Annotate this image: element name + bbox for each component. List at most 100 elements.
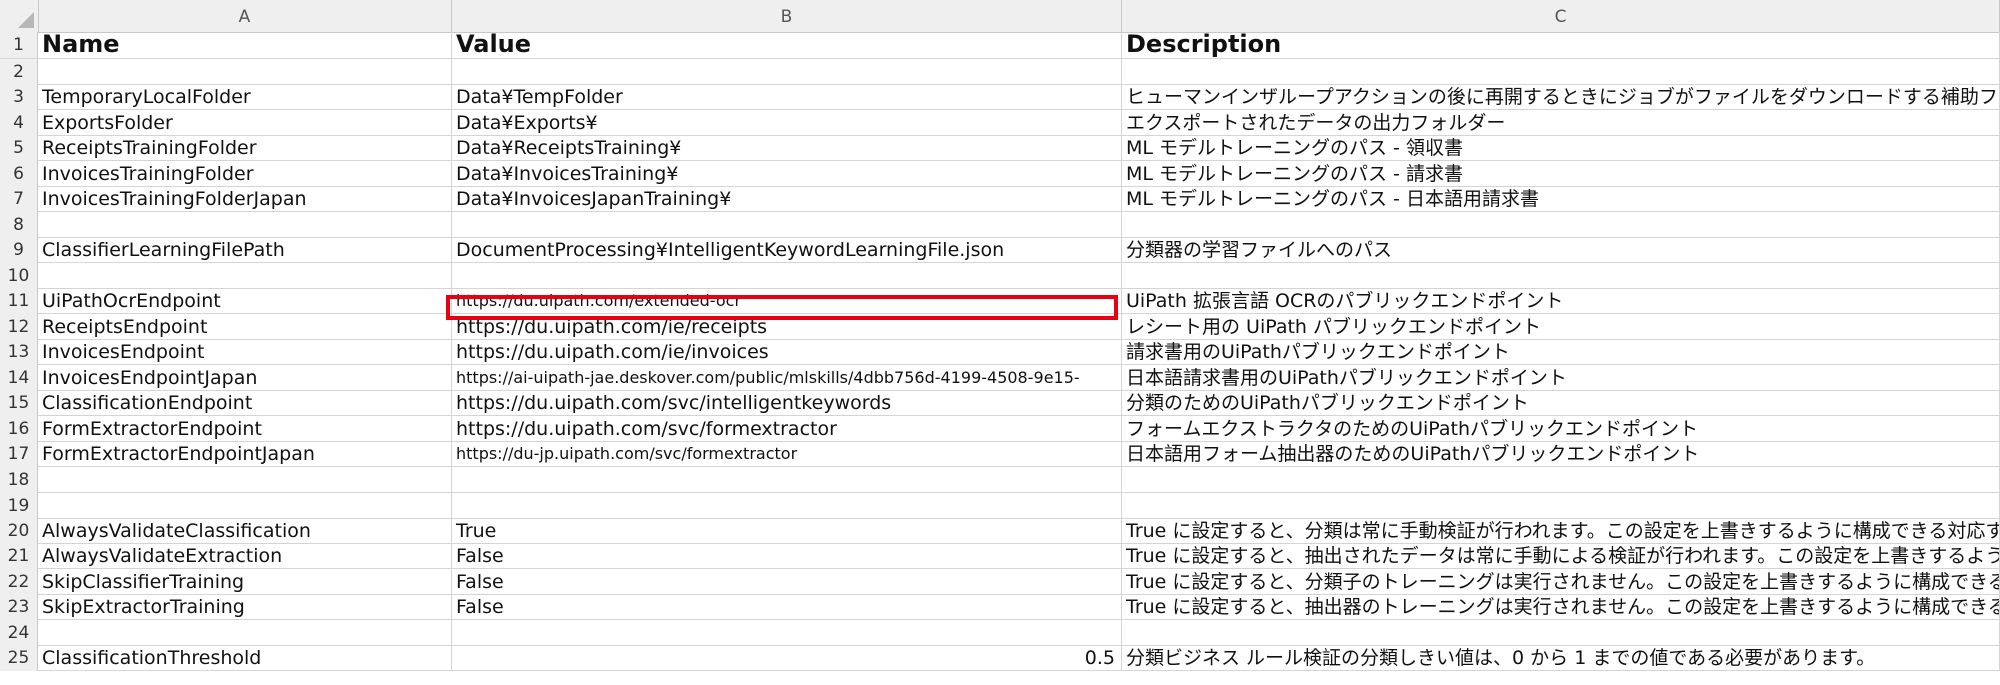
cell-c[interactable]: 日本語用フォーム抽出器のためのUiPathパブリックエンドポイント <box>1122 441 2000 467</box>
row-number[interactable]: 22 <box>0 569 38 595</box>
row-number[interactable]: 5 <box>0 135 38 161</box>
cell-b[interactable]: True <box>452 518 1122 544</box>
cell-b[interactable]: Value <box>452 32 1122 58</box>
row-number[interactable]: 11 <box>0 288 38 314</box>
cell-b[interactable]: False <box>452 543 1122 569</box>
cell-b[interactable]: Data¥ReceiptsTraining¥ <box>452 135 1122 161</box>
row-number[interactable]: 12 <box>0 314 38 340</box>
cell-a[interactable]: ClassificationEndpoint <box>38 390 452 416</box>
cell-b[interactable]: Data¥InvoicesJapanTraining¥ <box>452 186 1122 212</box>
cell-a[interactable]: InvoicesEndpointJapan <box>38 365 452 391</box>
row-number[interactable]: 14 <box>0 365 38 391</box>
cell-c[interactable]: フォームエクストラクタのためのUiPathパブリックエンドポイント <box>1122 416 2000 442</box>
cell-a[interactable]: InvoicesEndpoint <box>38 339 452 365</box>
cell-a[interactable] <box>38 467 452 493</box>
cell-b[interactable] <box>452 467 1122 493</box>
cell-a[interactable] <box>38 212 452 238</box>
cell-b[interactable] <box>452 263 1122 289</box>
row-number[interactable]: 23 <box>0 594 38 620</box>
cell-a[interactable]: InvoicesTrainingFolder <box>38 161 452 187</box>
row-number[interactable]: 20 <box>0 518 38 544</box>
row-number[interactable]: 15 <box>0 390 38 416</box>
row-number[interactable]: 18 <box>0 467 38 493</box>
cell-a[interactable]: InvoicesTrainingFolderJapan <box>38 186 452 212</box>
cell-b[interactable]: Data¥Exports¥ <box>452 110 1122 136</box>
cell-b[interactable]: DocumentProcessing¥IntelligentKeywordLea… <box>452 237 1122 263</box>
cell-c[interactable]: 分類のためのUiPathパブリックエンドポイント <box>1122 390 2000 416</box>
cell-c[interactable]: ヒューマンインザループアクションの後に再開するときにジョブがファイルをダウンロー… <box>1122 84 2000 110</box>
row-number[interactable]: 19 <box>0 493 38 519</box>
cell-a[interactable]: ReceiptsTrainingFolder <box>38 135 452 161</box>
cell-b[interactable]: https://ai-uipath-jae.deskover.com/publi… <box>452 365 1122 391</box>
cell-c[interactable]: 日本語請求書用のUiPathパブリックエンドポイント <box>1122 365 2000 391</box>
cell-c[interactable]: 分類ビジネス ルール検証の分類しきい値は、0 から 1 までの値である必要があり… <box>1122 645 2000 671</box>
row-number[interactable]: 3 <box>0 84 38 110</box>
cell-a[interactable]: ExportsFolder <box>38 110 452 136</box>
row-number[interactable]: 2 <box>0 59 38 85</box>
cell-c[interactable]: レシート用の UiPath パブリックエンドポイント <box>1122 314 2000 340</box>
row-number[interactable]: 10 <box>0 263 38 289</box>
cell-b[interactable]: https://du.uipath.com/svc/intelligentkey… <box>452 390 1122 416</box>
cell-c[interactable]: ML モデルトレーニングのパス - 請求書 <box>1122 161 2000 187</box>
cell-a[interactable]: TemporaryLocalFolder <box>38 84 452 110</box>
cell-a[interactable]: ClassifierLearningFilePath <box>38 237 452 263</box>
cell-c[interactable] <box>1122 263 2000 289</box>
cell-a[interactable]: FormExtractorEndpointJapan <box>38 441 452 467</box>
cell-c[interactable]: True に設定すると、抽出されたデータは常に手動による検証が行われます。この設… <box>1122 543 2000 569</box>
cell-c[interactable]: ML モデルトレーニングのパス - 日本語用請求書 <box>1122 186 2000 212</box>
cell-a[interactable]: FormExtractorEndpoint <box>38 416 452 442</box>
cell-a[interactable]: UiPathOcrEndpoint <box>38 288 452 314</box>
row-number[interactable]: 9 <box>0 237 38 263</box>
column-header-b[interactable]: B <box>452 0 1122 32</box>
select-all-corner[interactable] <box>0 0 39 32</box>
cell-c[interactable]: Description <box>1122 32 2000 58</box>
cell-b[interactable]: https://du-jp.uipath.com/svc/formextract… <box>452 441 1122 467</box>
cell-c[interactable]: True に設定すると、抽出器のトレーニングは実行されません。この設定を上書きす… <box>1122 594 2000 620</box>
cell-a[interactable]: ReceiptsEndpoint <box>38 314 452 340</box>
cell-a[interactable]: AlwaysValidateExtraction <box>38 543 452 569</box>
cell-b[interactable] <box>452 212 1122 238</box>
cell-b[interactable]: 0.5 <box>452 645 1122 671</box>
cell-c[interactable]: 請求書用のUiPathパブリックエンドポイント <box>1122 339 2000 365</box>
cell-b[interactable]: https://du.uipath.com/extended-ocr <box>452 288 1122 314</box>
cell-b[interactable]: False <box>452 569 1122 595</box>
cell-b[interactable]: https://du.uipath.com/ie/receipts <box>452 314 1122 340</box>
row-number[interactable]: 13 <box>0 339 38 365</box>
cell-c[interactable] <box>1122 620 2000 646</box>
cell-b[interactable]: https://du.uipath.com/svc/formextractor <box>452 416 1122 442</box>
cell-a[interactable]: AlwaysValidateClassification <box>38 518 452 544</box>
cell-a[interactable]: ClassificationThreshold <box>38 645 452 671</box>
cell-c[interactable] <box>1122 493 2000 519</box>
cell-a[interactable]: Name <box>38 32 452 58</box>
cell-c[interactable]: True に設定すると、分類は常に手動検証が行われます。この設定を上書きするよう… <box>1122 518 2000 544</box>
cell-c[interactable]: 分類器の学習ファイルへのパス <box>1122 237 2000 263</box>
column-header-a[interactable]: A <box>38 0 452 32</box>
column-header-c[interactable]: C <box>1122 0 2000 32</box>
cell-a[interactable] <box>38 59 452 85</box>
cell-c[interactable] <box>1122 212 2000 238</box>
row-number[interactable]: 6 <box>0 161 38 187</box>
cell-c[interactable] <box>1122 467 2000 493</box>
cell-a[interactable] <box>38 263 452 289</box>
cell-b[interactable]: https://du.uipath.com/ie/invoices <box>452 339 1122 365</box>
cell-b[interactable] <box>452 59 1122 85</box>
row-number[interactable]: 7 <box>0 186 38 212</box>
row-number[interactable]: 24 <box>0 620 38 646</box>
cell-b[interactable]: False <box>452 594 1122 620</box>
cell-a[interactable] <box>38 620 452 646</box>
row-number[interactable]: 17 <box>0 441 38 467</box>
cell-a[interactable]: SkipExtractorTraining <box>38 594 452 620</box>
cell-c[interactable]: UiPath 拡張言語 OCRのパブリックエンドポイント <box>1122 288 2000 314</box>
cell-a[interactable] <box>38 493 452 519</box>
cell-c[interactable]: True に設定すると、分類子のトレーニングは実行されません。この設定を上書きす… <box>1122 569 2000 595</box>
row-number[interactable]: 25 <box>0 645 38 671</box>
row-number[interactable]: 21 <box>0 543 38 569</box>
cell-c[interactable]: エクスポートされたデータの出力フォルダー <box>1122 110 2000 136</box>
row-number[interactable]: 16 <box>0 416 38 442</box>
cell-b[interactable]: Data¥InvoicesTraining¥ <box>452 161 1122 187</box>
cell-c[interactable]: ML モデルトレーニングのパス - 領収書 <box>1122 135 2000 161</box>
cell-c[interactable] <box>1122 59 2000 85</box>
cell-b[interactable] <box>452 620 1122 646</box>
row-number[interactable]: 4 <box>0 110 38 136</box>
row-number[interactable]: 1 <box>0 32 38 58</box>
